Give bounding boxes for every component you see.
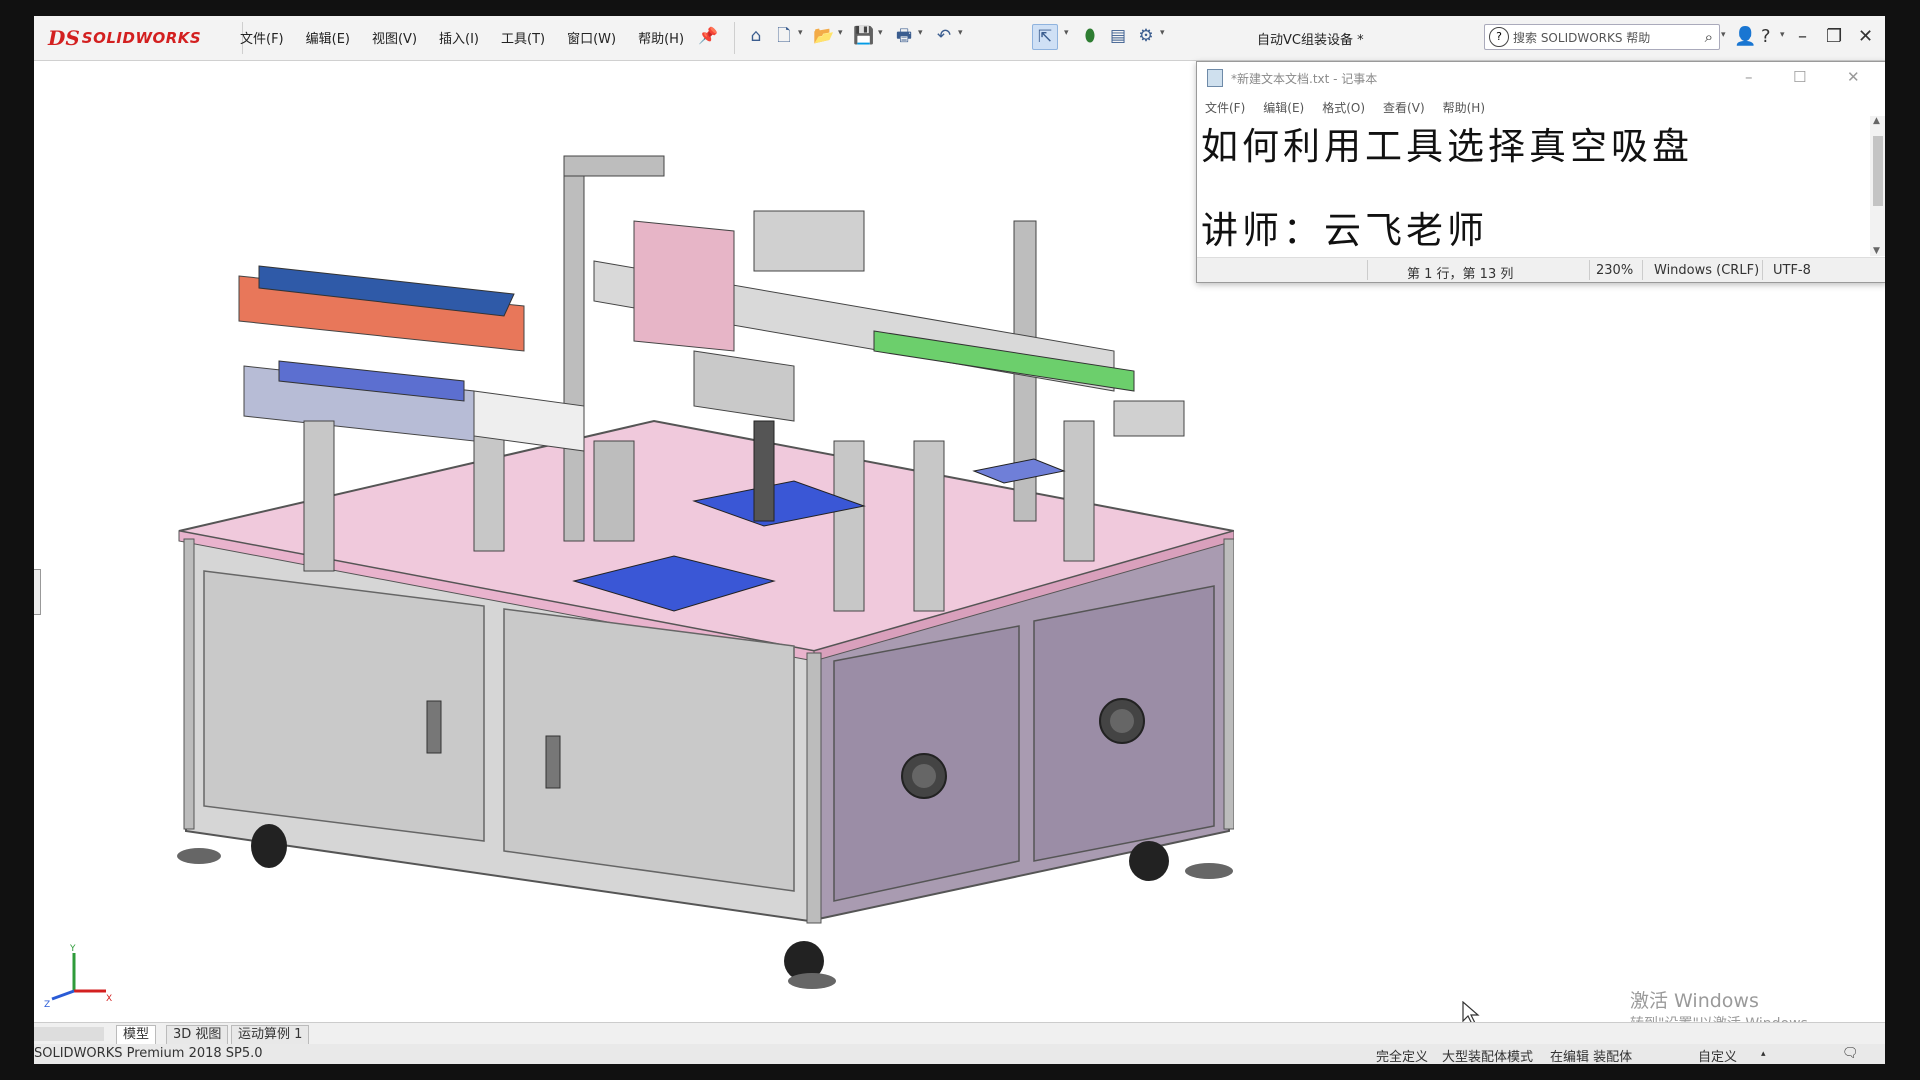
notepad-window: *新建文本文档.txt - 记事本 – ☐ ✕ 文件(F) 编辑(E) 格式(O…: [1196, 61, 1885, 283]
tab-model[interactable]: 模型: [116, 1025, 157, 1044]
scroll-down-icon[interactable]: ▼: [1873, 246, 1880, 256]
chat-icon[interactable]: 🗨: [1842, 1046, 1859, 1061]
solidworks-logo[interactable]: DS SOLIDWORKS: [42, 22, 243, 54]
menu-edit[interactable]: 编辑(E): [306, 28, 350, 47]
line-ending: Windows (CRLF): [1654, 263, 1760, 278]
maximize-icon[interactable]: ☐: [1793, 68, 1806, 86]
units-selector[interactable]: 自定义: [1698, 1046, 1737, 1064]
help-icon[interactable]: ?: [1761, 26, 1771, 47]
status-divider: [1642, 260, 1643, 280]
cursor-position: 第 1 行，第 13 列: [1407, 267, 1514, 282]
minimize-icon[interactable]: –: [1798, 26, 1807, 47]
notepad-text-area[interactable]: 如何利用工具选择真空吸盘 讲师：云飞老师: [1197, 116, 1868, 256]
status-divider: [1762, 260, 1763, 280]
help-icon: ?: [1489, 27, 1509, 47]
chevron-down-icon[interactable]: ▾: [1780, 30, 1785, 40]
minimize-icon[interactable]: –: [1745, 68, 1753, 86]
zoom-level: 230%: [1596, 263, 1634, 278]
print-icon[interactable]: 🖶: [892, 24, 916, 48]
svg-text:X: X: [106, 994, 112, 1004]
status-divider: [1589, 260, 1590, 280]
menu-help[interactable]: 帮助(H): [638, 28, 684, 47]
status-fully-defined: 完全定义: [1376, 1050, 1429, 1064]
select-icon[interactable]: ⇱: [1032, 24, 1058, 50]
main-menu: 文件(F) 编辑(E) 视图(V) 插入(I) 工具(T) 窗口(W) 帮助(H…: [240, 28, 706, 47]
save-icon[interactable]: 💾: [852, 24, 876, 48]
traffic-light-icon[interactable]: ⬮: [1078, 24, 1102, 48]
gear-icon[interactable]: ⚙: [1134, 24, 1158, 48]
notepad-line: 如何利用工具选择真空吸盘: [1201, 125, 1693, 168]
notepad-menu-file[interactable]: 文件(F): [1205, 99, 1245, 116]
scroll-up-icon[interactable]: ▲: [1873, 116, 1880, 126]
home-icon[interactable]: ⌂: [744, 24, 768, 48]
document-title: 自动VC组装设备 *: [1257, 33, 1364, 48]
menu-insert[interactable]: 插入(I): [439, 28, 479, 47]
notepad-status-bar: 第 1 行，第 13 列 230% Windows (CRLF) UTF-8: [1197, 257, 1885, 282]
status-editing: 在编辑 装配体: [1550, 1050, 1633, 1064]
coordinate-triad: Y X Z: [44, 944, 112, 1010]
notepad-menu-format[interactable]: 格式(O): [1322, 99, 1365, 116]
ds-logo-mark: DS: [48, 26, 80, 50]
notepad-menu-help[interactable]: 帮助(H): [1443, 99, 1485, 116]
undo-icon[interactable]: ↶: [932, 24, 956, 48]
notepad-line: 讲师：云飞老师: [1201, 209, 1488, 252]
chevron-down-icon[interactable]: ▾: [1721, 30, 1726, 40]
chevron-down-icon[interactable]: ▾: [1064, 28, 1069, 38]
open-icon[interactable]: 📂: [812, 24, 836, 48]
status-large-assembly[interactable]: 大型装配体模式: [1442, 1046, 1533, 1064]
search-icon[interactable]: ⌕: [1705, 28, 1713, 46]
user-icon[interactable]: 👤: [1734, 26, 1756, 47]
notepad-title: *新建文本文档.txt - 记事本: [1231, 71, 1378, 86]
notepad-title-bar[interactable]: *新建文本文档.txt - 记事本: [1197, 62, 1885, 94]
pin-icon[interactable]: 📌: [698, 26, 718, 45]
tab-motion-study-1[interactable]: 运动算例 1: [231, 1025, 310, 1044]
close-icon[interactable]: ✕: [1858, 26, 1873, 47]
status-bar: SOLIDWORKS Premium 2018 SP5.0 完全定义 大型装配体…: [34, 1044, 1885, 1064]
svg-text:Z: Z: [44, 1000, 50, 1010]
chevron-down-icon[interactable]: ▾: [798, 28, 803, 38]
search-input[interactable]: 搜索 SOLIDWORKS 帮助: [1513, 29, 1705, 46]
close-icon[interactable]: ✕: [1847, 68, 1860, 86]
tab-scroll-arrows[interactable]: [34, 1027, 104, 1041]
chevron-down-icon[interactable]: ▾: [878, 28, 883, 38]
notepad-menu-edit[interactable]: 编辑(E): [1263, 99, 1304, 116]
chevron-up-icon[interactable]: ▴: [1761, 1049, 1766, 1059]
scroll-thumb[interactable]: [1873, 136, 1883, 206]
svg-text:Y: Y: [69, 944, 76, 954]
menu-window[interactable]: 窗口(W): [567, 28, 616, 47]
toolbar-separator: [734, 22, 735, 54]
model-tab-bar: 模型 3D 视图 运动算例 1: [34, 1022, 1885, 1045]
chevron-down-icon[interactable]: ▾: [838, 28, 843, 38]
solidworks-window: DS SOLIDWORKS 文件(F) 编辑(E) 视图(V) 插入(I) 工具…: [34, 16, 1885, 1064]
encoding: UTF-8: [1773, 263, 1811, 278]
tab-3d-view[interactable]: 3D 视图: [166, 1025, 229, 1044]
chevron-down-icon[interactable]: ▾: [918, 28, 923, 38]
status-divider: [1367, 260, 1368, 280]
maximize-icon[interactable]: ❐: [1826, 26, 1842, 47]
chevron-down-icon[interactable]: ▾: [1160, 28, 1165, 38]
menu-tools[interactable]: 工具(T): [501, 28, 545, 47]
search-box[interactable]: ? 搜索 SOLIDWORKS 帮助 ⌕: [1484, 24, 1720, 50]
notepad-scrollbar[interactable]: ▲ ▼: [1870, 116, 1885, 256]
title-bar: DS SOLIDWORKS 文件(F) 编辑(E) 视图(V) 插入(I) 工具…: [34, 16, 1885, 61]
activation-watermark-title: 激活 Windows: [1630, 990, 1759, 1012]
menu-view[interactable]: 视图(V): [372, 28, 417, 47]
solidworks-logo-text: SOLIDWORKS: [81, 29, 202, 47]
chevron-down-icon[interactable]: ▾: [958, 28, 963, 38]
new-doc-icon[interactable]: 🗋: [772, 24, 796, 48]
notepad-menu-view[interactable]: 查看(V): [1383, 99, 1425, 116]
product-version: SOLIDWORKS Premium 2018 SP5.0: [34, 1046, 263, 1061]
file-props-icon[interactable]: ▤: [1106, 24, 1130, 48]
machine-assembly-model: [177, 155, 1234, 989]
menu-file[interactable]: 文件(F): [240, 28, 284, 47]
notepad-icon: [1207, 69, 1223, 87]
notepad-menu: 文件(F) 编辑(E) 格式(O) 查看(V) 帮助(H): [1205, 99, 1503, 116]
